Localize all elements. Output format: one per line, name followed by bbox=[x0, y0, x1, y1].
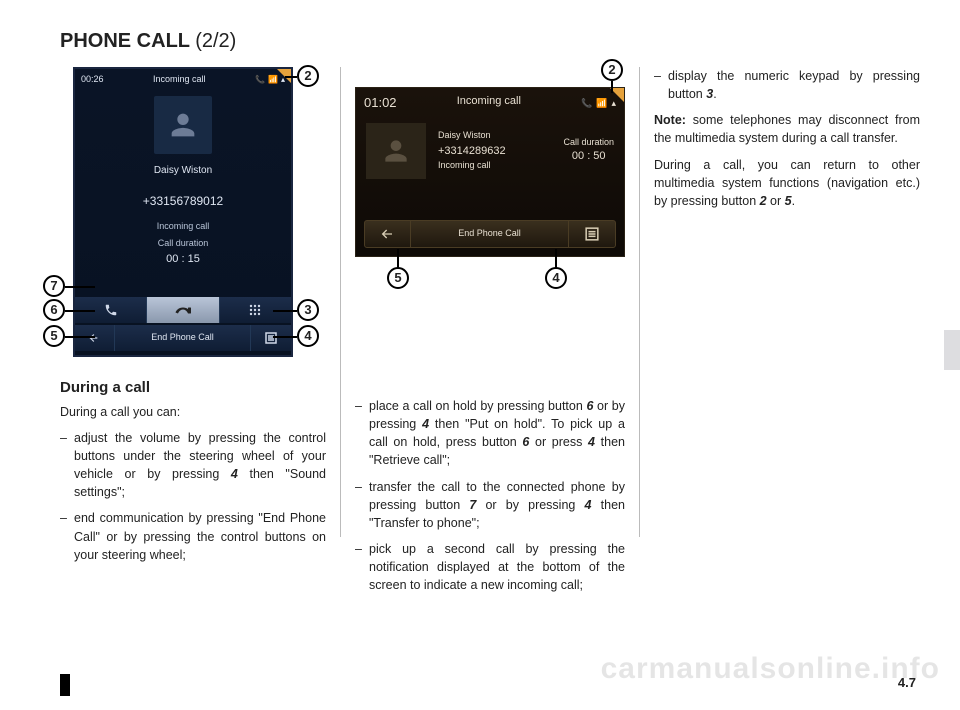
end-call-button[interactable]: End Phone Call bbox=[115, 325, 251, 351]
screenshot-portrait: 00:26 Incoming call 📞 📶 ▴ Daisy Wiston +… bbox=[73, 67, 313, 363]
status-icons: 📞 📶 ▴ bbox=[581, 94, 616, 113]
screen-header: Incoming call bbox=[457, 94, 521, 113]
callout-6: 6 bbox=[43, 299, 65, 321]
caller-number: +3314289632 bbox=[438, 143, 506, 160]
action-row-2: End Phone Call bbox=[75, 325, 291, 351]
list-item: transfer the call to the connected phone… bbox=[355, 478, 625, 532]
signal-icon: 📶 bbox=[268, 74, 278, 86]
clock: 00:26 bbox=[81, 73, 104, 86]
avatar bbox=[154, 96, 212, 154]
clock: 01:02 bbox=[364, 94, 397, 113]
duration-value: 00 : 50 bbox=[563, 149, 614, 165]
bottom-bar: End Phone Call bbox=[364, 220, 616, 248]
status-icons: 📞 📶 ▴ bbox=[255, 73, 285, 86]
body-text: During a call, you can return to other m… bbox=[654, 156, 920, 210]
list-item: end communication by pressing "End Phone… bbox=[60, 509, 326, 563]
registration-mark bbox=[60, 674, 70, 696]
page-title: PHONE CALL (2/2) bbox=[60, 30, 920, 53]
duration-label: Call duration bbox=[563, 136, 614, 149]
call-status: Incoming call bbox=[75, 220, 291, 233]
callout-7: 7 bbox=[43, 275, 65, 297]
duration-label: Call duration bbox=[75, 237, 291, 250]
title-main: PHONE CALL bbox=[60, 30, 190, 52]
signal-icon: 📶 bbox=[596, 97, 607, 110]
call-status: Incoming call bbox=[438, 159, 506, 173]
caller-number: +33156789012 bbox=[75, 193, 291, 210]
callout-2: 2 bbox=[297, 65, 319, 87]
action-row-1 bbox=[75, 297, 291, 323]
menu-button[interactable] bbox=[251, 325, 291, 351]
list-item: adjust the volume by pressing the contro… bbox=[60, 429, 326, 502]
screen-header: Incoming call bbox=[153, 73, 206, 86]
callout-5: 5 bbox=[387, 267, 409, 289]
callout-3: 3 bbox=[297, 299, 319, 321]
list-item: pick up a second call by pressing the no… bbox=[355, 540, 625, 594]
end-call-button[interactable]: End Phone Call bbox=[411, 221, 569, 247]
intro-text: During a call you can: bbox=[60, 403, 326, 421]
list-item: display the numeric keypad by press­ing … bbox=[654, 67, 920, 103]
phone-status-icon: 📞 bbox=[255, 74, 265, 86]
duration-value: 00 : 15 bbox=[75, 252, 291, 268]
back-button[interactable] bbox=[75, 325, 115, 351]
column-divider bbox=[639, 67, 640, 537]
callout-4: 4 bbox=[297, 325, 319, 347]
section-heading: During a call bbox=[60, 377, 326, 399]
watermark: carmanualsonline.info bbox=[601, 652, 940, 686]
list-item: place a call on hold by pressing button … bbox=[355, 397, 625, 470]
collapse-icon: ▴ bbox=[611, 97, 616, 110]
transfer-button[interactable] bbox=[147, 297, 219, 323]
back-button[interactable] bbox=[365, 221, 411, 247]
note-text: Note: some telephones may discon­nect fr… bbox=[654, 111, 920, 147]
page-number: 4.7 bbox=[898, 675, 916, 690]
callout-5: 5 bbox=[43, 325, 65, 347]
caller-name: Daisy Wiston bbox=[438, 129, 506, 143]
screenshot-landscape: 01:02 Incoming call 📞 📶 ▴ Da bbox=[355, 87, 625, 297]
caller-name: Daisy Wiston bbox=[75, 164, 291, 179]
callout-2: 2 bbox=[601, 59, 623, 81]
title-part: (2/2) bbox=[195, 30, 236, 52]
column-divider bbox=[340, 67, 341, 537]
edge-tab bbox=[944, 330, 960, 370]
callout-4: 4 bbox=[545, 267, 567, 289]
phone-status-icon: 📞 bbox=[581, 97, 592, 110]
avatar bbox=[366, 123, 426, 179]
menu-button[interactable] bbox=[569, 221, 615, 247]
